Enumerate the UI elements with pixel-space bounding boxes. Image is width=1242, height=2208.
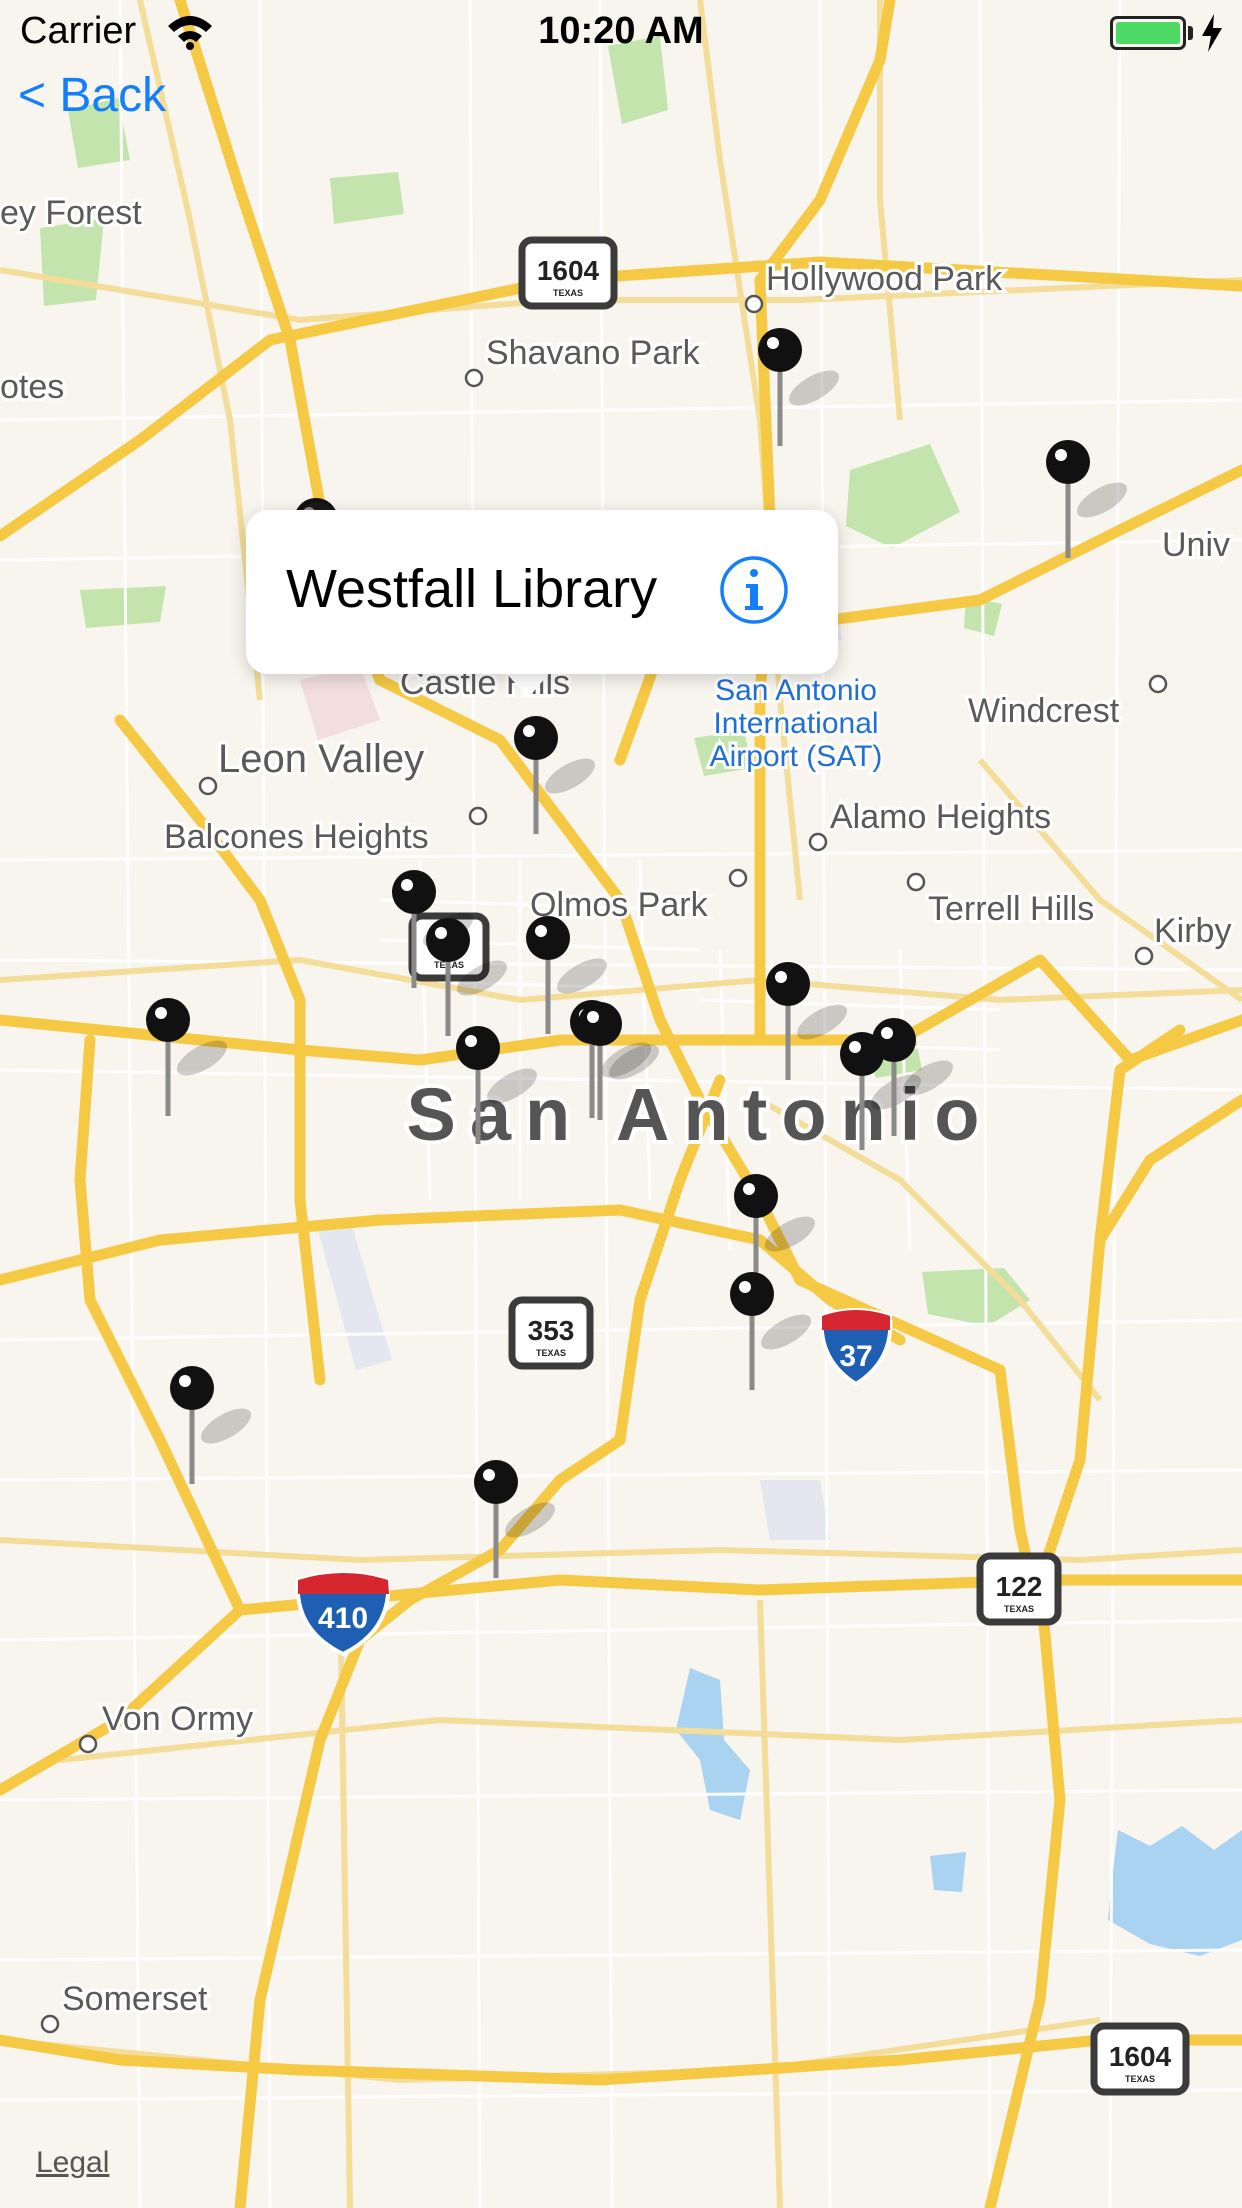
svg-text:International: International	[713, 707, 878, 740]
place-label: Windcrest	[968, 692, 1120, 730]
legal-link[interactable]: Legal	[36, 2146, 109, 2180]
charging-bolt-icon	[1202, 14, 1222, 52]
svg-text:37: 37	[839, 1340, 872, 1373]
place-label: Kirby	[1154, 912, 1231, 950]
svg-text:TEXAS: TEXAS	[536, 1348, 566, 1358]
status-time: 10:20 AM	[538, 10, 704, 52]
svg-text:San Antonio: San Antonio	[715, 674, 877, 707]
airport-label: San Antonio International Airport (SAT)	[707, 671, 886, 776]
place-label: Shavano Park	[486, 334, 701, 372]
svg-text:1604: 1604	[1109, 2041, 1172, 2072]
svg-text:TEXAS: TEXAS	[553, 288, 583, 298]
battery-tip	[1188, 26, 1193, 40]
svg-text:TEXAS: TEXAS	[1125, 2074, 1155, 2084]
place-label: Von Ormy	[102, 1700, 253, 1738]
place-label: Hollywood Park	[766, 260, 1003, 298]
svg-text:410: 410	[318, 1602, 368, 1635]
place-label: Somerset	[62, 1980, 208, 2018]
state-highway-shield: 353 TEXAS	[508, 1296, 594, 1370]
status-bar: Carrier 10:20 AM	[0, 0, 1242, 64]
svg-text:122: 122	[996, 1571, 1043, 1602]
callout-title: Westfall Library	[286, 559, 658, 619]
svg-text:1604: 1604	[537, 255, 600, 286]
battery-level	[1116, 22, 1180, 44]
state-highway-shield: 1604 TEXAS	[1090, 2022, 1190, 2096]
place-label: Alamo Heights	[830, 798, 1051, 836]
svg-text:Airport (SAT): Airport (SAT)	[710, 740, 883, 773]
state-highway-shield: 1604 TEXAS	[518, 236, 618, 310]
place-label: Balcones Heights	[164, 818, 429, 856]
svg-text:TEXAS: TEXAS	[1004, 1604, 1034, 1614]
place-label: Univ	[1162, 526, 1230, 564]
pin-callout[interactable]: Westfall Library	[246, 510, 838, 674]
battery-icon	[1110, 16, 1186, 50]
place-label: Terrell Hills	[928, 890, 1094, 928]
info-button[interactable]	[718, 554, 790, 626]
map-screen: ey Forest otes Hollywood Park Shavano Pa…	[0, 0, 1242, 2208]
state-highway-shield: 122 TEXAS	[976, 1552, 1062, 1626]
back-button[interactable]: < Back	[18, 68, 166, 123]
map-view[interactable]: ey Forest otes Hollywood Park Shavano Pa…	[0, 0, 1242, 2208]
svg-text:353: 353	[528, 1315, 575, 1346]
place-label: otes	[0, 368, 64, 406]
place-label: Leon Valley	[218, 737, 424, 781]
place-label: ey Forest	[0, 194, 142, 232]
